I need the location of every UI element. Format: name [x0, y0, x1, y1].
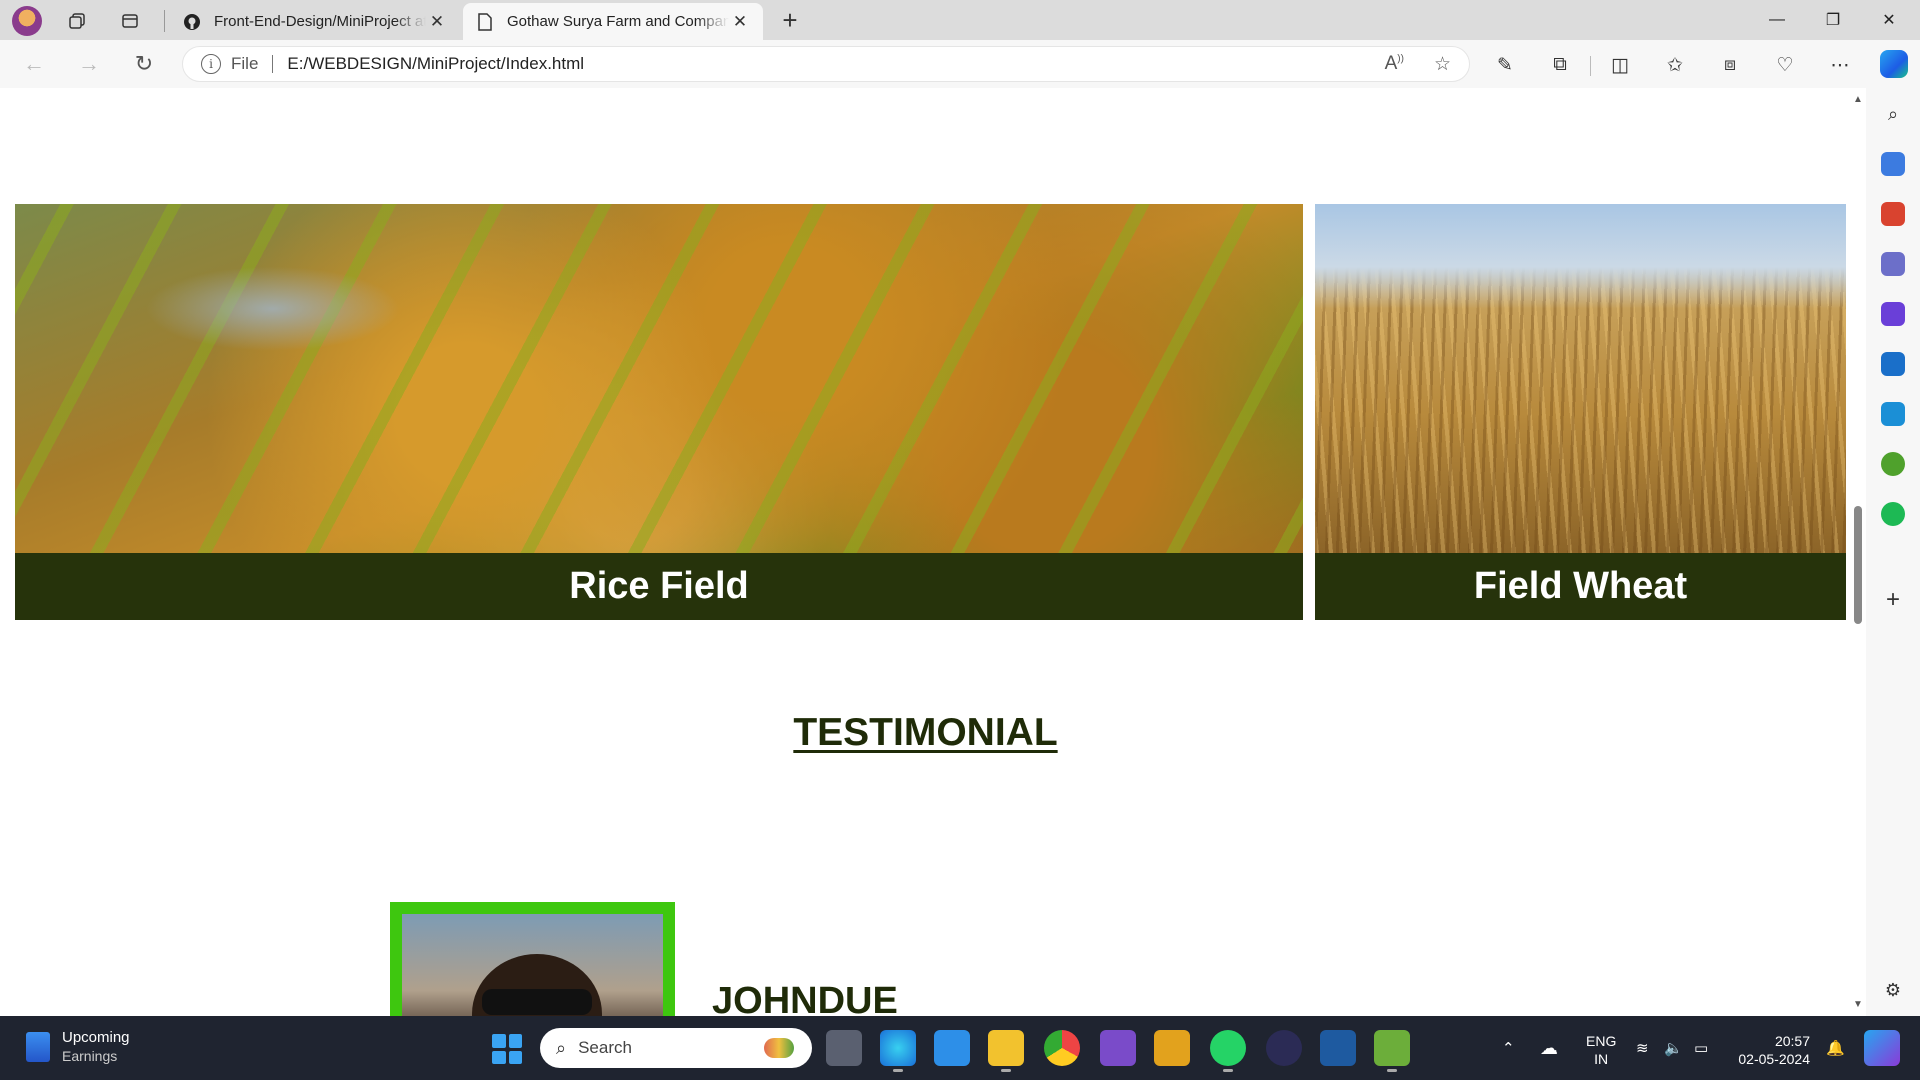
copilot-taskbar-icon[interactable] [1864, 1030, 1900, 1066]
url-separator [272, 55, 274, 73]
site-info-icon[interactable]: i [201, 54, 221, 74]
tab-gothaw[interactable]: Gothaw Surya Farm and Compan ✕ [463, 3, 763, 40]
read-aloud-icon[interactable]: A)) [1385, 53, 1404, 76]
toolbar-separator [1590, 56, 1591, 76]
eclipse-icon[interactable] [1266, 1030, 1302, 1066]
page-icon [475, 12, 495, 32]
navigation-bar: ← → ↻ i File E:/WEBDESIGN/MiniProject/In… [0, 40, 1920, 88]
widget-line2: Earnings [62, 1048, 118, 1064]
back-button[interactable]: ← [16, 48, 52, 80]
widgets-button[interactable]: Upcoming Earnings [26, 1028, 130, 1066]
chrome-icon[interactable] [1044, 1030, 1080, 1066]
sidebar-settings-icon[interactable]: ⚙ [1881, 978, 1905, 1002]
forward-button[interactable]: → [71, 48, 107, 80]
minimize-button[interactable]: — [1749, 0, 1805, 40]
notification-bell-icon[interactable]: 🔔 [1826, 1016, 1845, 1080]
spotify-icon[interactable] [1881, 502, 1905, 526]
lang-line2: IN [1594, 1051, 1609, 1067]
search-icon: ⌕ [556, 1037, 567, 1058]
scroll-up-arrow-icon[interactable]: ▲ [1853, 94, 1863, 105]
tool-app-icon[interactable] [1154, 1030, 1190, 1066]
card-caption: Field Wheat [1315, 553, 1846, 620]
taskbar-search[interactable]: ⌕ Search [540, 1028, 812, 1068]
collections-icon[interactable]: ⧈ [1715, 50, 1745, 80]
extensions-icon[interactable]: ⧉ [1545, 50, 1575, 80]
volume-icon[interactable]: 🔈 [1664, 1016, 1683, 1080]
mail-icon[interactable] [934, 1030, 970, 1066]
scroll-down-arrow-icon[interactable]: ▼ [1853, 999, 1863, 1010]
task-view-icon[interactable] [826, 1030, 862, 1066]
whatsapp-icon[interactable] [1210, 1030, 1246, 1072]
office-icon[interactable] [1881, 302, 1905, 326]
testimonial-avatar [390, 902, 675, 1016]
language-indicator[interactable]: ENG IN [1586, 1032, 1616, 1068]
url-scheme: File [231, 54, 259, 73]
workspaces-icon[interactable] [62, 6, 92, 36]
restore-button[interactable]: ❐ [1805, 0, 1861, 40]
field-wheat-card: Field Wheat [1315, 204, 1846, 620]
eyedropper-icon[interactable]: ✎ [1490, 50, 1520, 80]
testimonial-heading: TESTIMONIAL [793, 711, 1058, 754]
edge-sidebar: ⌕ + ⚙ [1866, 88, 1920, 1016]
close-tab-icon[interactable]: ✕ [426, 12, 448, 32]
windows-taskbar: Upcoming Earnings ⌕ Search ⌃ ☁ ENG IN ≋ … [0, 1016, 1920, 1080]
visual-studio-icon[interactable] [1100, 1030, 1136, 1066]
tab-strip: Front-End-Design/MiniProject at ✕ Gothaw… [0, 0, 1920, 40]
tab-separator [164, 10, 165, 32]
favorites-icon[interactable]: ✩ [1660, 50, 1690, 80]
mysql-workbench-icon[interactable] [1320, 1030, 1356, 1066]
page-viewport: Rice Field Field Wheat TESTIMONIAL JOHND… [0, 88, 1866, 1016]
field-wheat-image [1315, 204, 1846, 553]
url-text[interactable]: E:/WEBDESIGN/MiniProject/Index.html [287, 54, 584, 74]
wifi-icon[interactable]: ≋ [1636, 1016, 1649, 1080]
tree-icon[interactable] [1881, 452, 1905, 476]
copilot-icon[interactable] [1880, 50, 1908, 78]
avatar-sunglasses [482, 989, 592, 1015]
outlook-icon[interactable] [1881, 352, 1905, 376]
add-sidebar-app-icon[interactable]: + [1881, 586, 1905, 613]
scrollbar-thumb[interactable] [1854, 506, 1862, 624]
browser-essentials-icon[interactable]: ♡ [1770, 50, 1800, 80]
vertical-tabs-icon[interactable] [115, 6, 145, 36]
search-label: Search [578, 1038, 632, 1057]
favorite-star-icon[interactable]: ☆ [1434, 53, 1451, 76]
more-options-icon[interactable]: ⋯ [1825, 50, 1855, 80]
rice-field-image [15, 204, 1303, 553]
widget-line1: Upcoming [62, 1029, 130, 1046]
close-tab-icon[interactable]: ✕ [729, 12, 751, 32]
card-caption: Rice Field [15, 553, 1303, 620]
rice-field-card: Rice Field [15, 204, 1303, 620]
show-hidden-icons[interactable]: ⌃ [1502, 1016, 1515, 1080]
notepad-app-icon[interactable] [1374, 1030, 1410, 1072]
address-bar[interactable]: i File E:/WEBDESIGN/MiniProject/Index.ht… [182, 46, 1470, 82]
close-window-button[interactable]: ✕ [1861, 0, 1917, 40]
testimonial-name: JOHNDUE [712, 980, 898, 1016]
new-tab-button[interactable]: + [775, 5, 805, 35]
edge-browser-icon[interactable] [880, 1030, 916, 1072]
stock-chart-icon [26, 1032, 50, 1062]
tab-title: Gothaw Surya Farm and Compan [507, 13, 729, 30]
profile-avatar[interactable] [12, 6, 42, 36]
shopping-tag-icon[interactable] [1881, 152, 1905, 176]
start-button[interactable] [492, 1034, 522, 1064]
tab-github[interactable]: Front-End-Design/MiniProject at ✕ [170, 3, 460, 40]
tools-icon[interactable] [1881, 202, 1905, 226]
lang-line1: ENG [1586, 1033, 1617, 1049]
file-explorer-icon[interactable] [988, 1030, 1024, 1072]
search-highlight-icon [764, 1038, 794, 1058]
vertical-scrollbar[interactable]: ▲ ▼ [1849, 88, 1866, 1016]
clock-date: 02-05-2024 [1738, 1051, 1810, 1067]
games-icon[interactable] [1881, 252, 1905, 276]
search-icon[interactable]: ⌕ [1881, 102, 1905, 126]
split-screen-icon[interactable]: ◫ [1605, 50, 1635, 80]
clock[interactable]: 20:57 02-05-2024 [1738, 1032, 1810, 1068]
refresh-button[interactable]: ↻ [126, 48, 162, 80]
telegram-icon[interactable] [1881, 402, 1905, 426]
clock-time: 20:57 [1774, 1033, 1810, 1049]
github-icon [182, 12, 202, 32]
battery-icon[interactable]: ▭ [1694, 1016, 1708, 1080]
onedrive-cloud-icon[interactable]: ☁ [1540, 1016, 1558, 1080]
tab-title: Front-End-Design/MiniProject at [214, 13, 426, 30]
